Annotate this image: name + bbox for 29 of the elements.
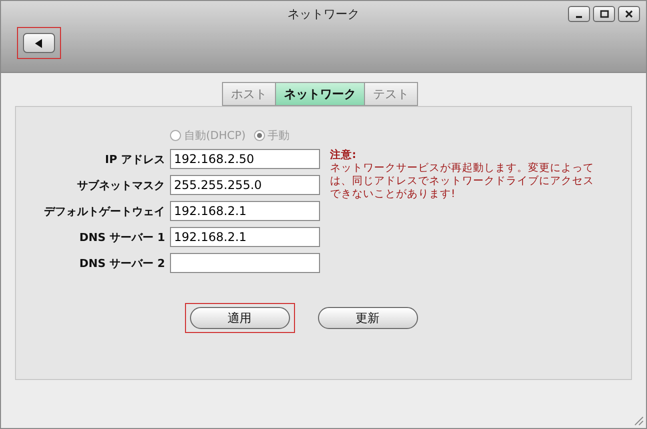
- left-triangle-icon: [35, 38, 43, 48]
- input-field[interactable]: [170, 253, 320, 273]
- input-field[interactable]: 192.168.2.50: [170, 149, 320, 169]
- field-label: IP アドレス: [104, 152, 166, 166]
- input-field[interactable]: 192.168.2.1: [170, 227, 320, 247]
- minimize-button[interactable]: [568, 6, 590, 22]
- radio-icon[interactable]: [254, 130, 265, 140]
- radio-icon[interactable]: [170, 130, 181, 140]
- close-button[interactable]: [618, 6, 640, 22]
- window-title: ネットワーク: [288, 6, 360, 22]
- action-button[interactable]: 適用: [184, 303, 294, 333]
- field-label: DNS サーバー 2: [78, 256, 166, 270]
- tab[interactable]: テスト: [364, 82, 418, 106]
- field-label: デフォルトゲートウェイ: [43, 204, 166, 218]
- tab[interactable]: ホスト: [222, 82, 276, 106]
- back-button[interactable]: [17, 27, 61, 59]
- close-icon: [625, 10, 633, 18]
- resize-grip-icon[interactable]: [632, 414, 644, 426]
- radio-label: 自動(DHCP): [184, 128, 246, 142]
- input-field[interactable]: 255.255.255.0: [170, 175, 320, 195]
- tab[interactable]: ネットワーク: [275, 82, 365, 106]
- maximize-icon: [600, 10, 608, 18]
- radio-label: 手動: [268, 128, 290, 142]
- input-field[interactable]: 192.168.2.1: [170, 201, 320, 221]
- field-label: サブネットマスク: [76, 178, 166, 192]
- maximize-button[interactable]: [593, 6, 615, 22]
- notice-text: ネットワークサービスが再起動します。変更によっては、同じアドレスでネットワークドライブにアクセスできないことがあります!: [330, 162, 595, 201]
- field-label: DNS サーバー 1: [78, 230, 166, 244]
- notice-title: 注意:: [330, 149, 358, 162]
